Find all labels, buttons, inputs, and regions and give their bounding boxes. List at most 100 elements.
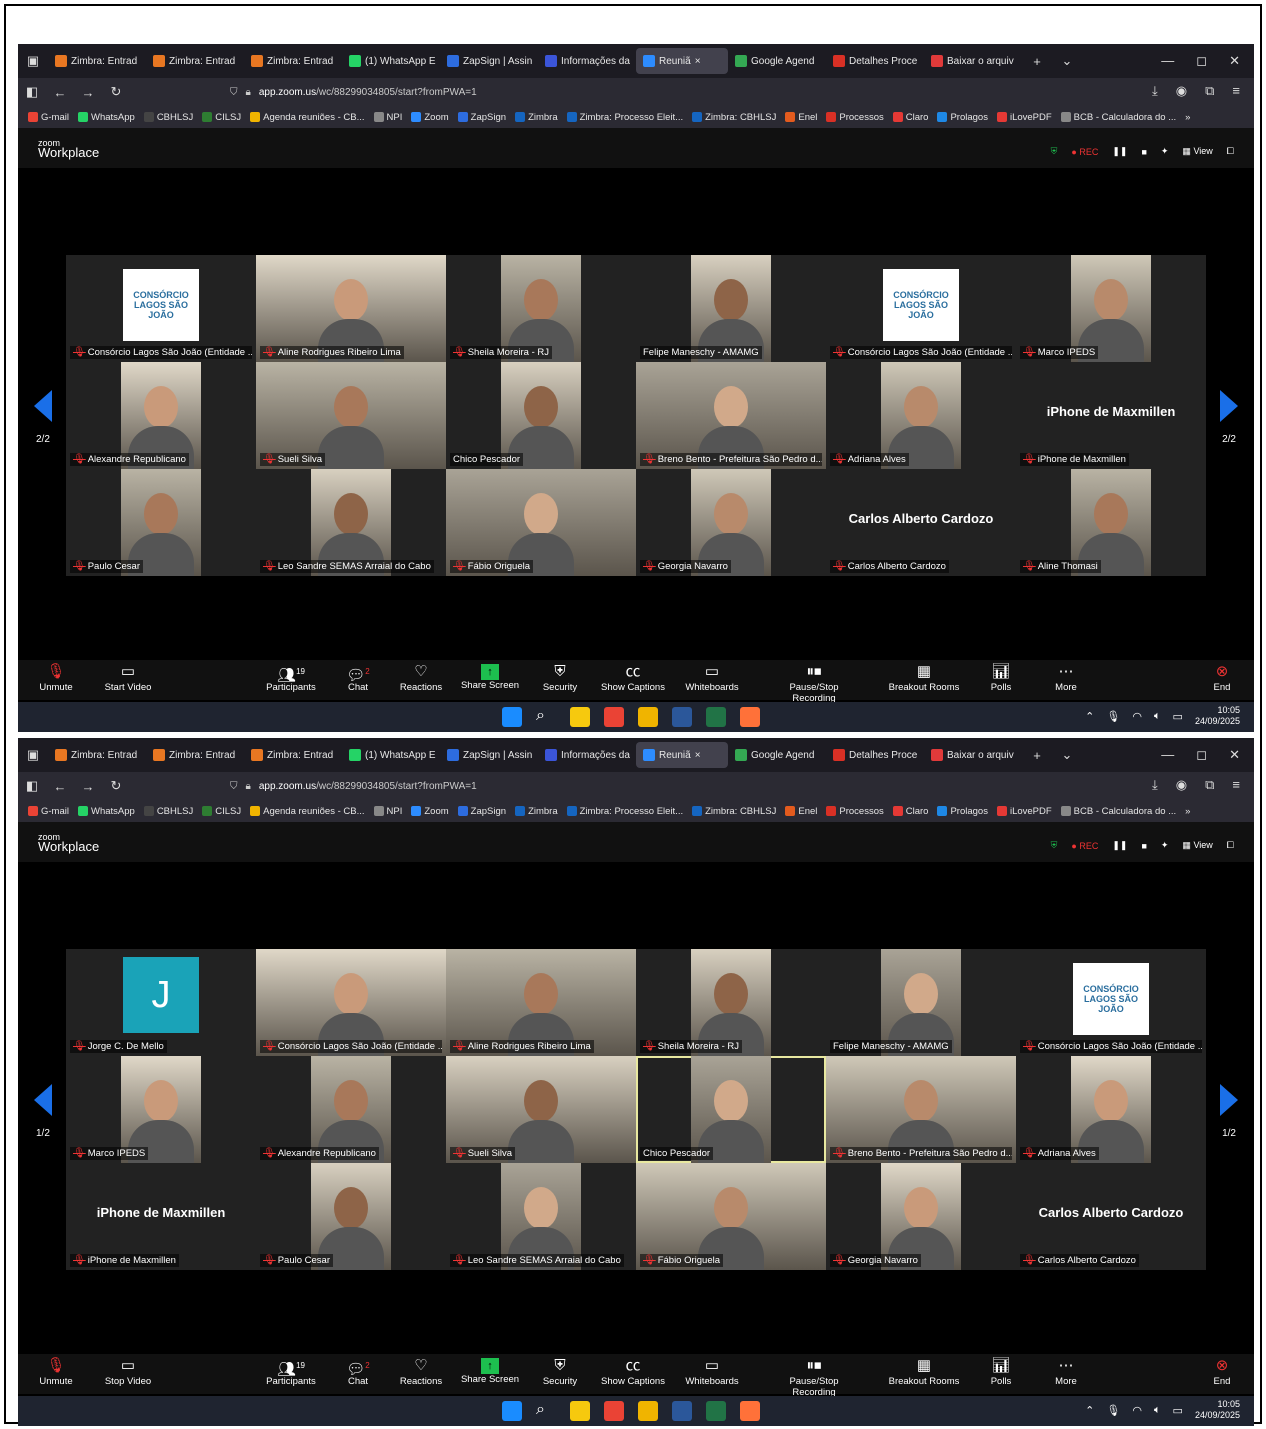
volume-icon[interactable]: 🔈︎ (1154, 1404, 1161, 1417)
browser-tab[interactable]: Google Agend (728, 48, 826, 74)
participant-tile[interactable]: 🎙︎ Paulo Cesar (66, 469, 256, 576)
tray-chevron-icon[interactable]: ⌃ (1085, 710, 1094, 723)
bookmark-item[interactable]: BCB - Calculadora do ... (1060, 806, 1176, 817)
bookmark-item[interactable]: Enel (785, 806, 817, 817)
excel-icon[interactable] (706, 707, 726, 727)
participant-tile[interactable]: CONSÓRCIO LAGOS SÃO JOÃO 🎙︎ Consórcio Lago… (1016, 949, 1206, 1056)
stop-recording-icon[interactable]: ■ (1141, 841, 1146, 851)
browser-tab[interactable]: Detalhes Proce (826, 48, 924, 74)
bookmark-item[interactable]: Zimbra: Processo Eleit... (566, 112, 683, 123)
excel-icon[interactable] (706, 1401, 726, 1421)
participant-tile[interactable]: 🎙︎ Leo Sandre SEMAS Arraial do Cabo (446, 1163, 636, 1270)
download-icon[interactable]: ⤓ (1152, 777, 1158, 793)
participant-tile[interactable]: 🎙︎ Georgia Navarro (636, 469, 826, 576)
bookmark-item[interactable]: Prolagos (937, 112, 988, 123)
sidebar-icon[interactable]: ◧ (18, 778, 46, 794)
whiteboards-button[interactable]: ▭ Whiteboards (672, 662, 752, 693)
bookmark-item[interactable]: NPI (373, 112, 402, 123)
sticky-notes-icon[interactable] (570, 707, 590, 727)
browser-tab[interactable]: Detalhes Proce (826, 742, 924, 768)
participant-tile[interactable]: 🎙︎ Breno Bento - Prefeitura São Pedro d..… (826, 1056, 1016, 1163)
bookmark-item[interactable]: Claro (892, 806, 928, 817)
more-button[interactable]: ⋯ More (1026, 662, 1106, 693)
firefox-icon[interactable] (740, 1401, 760, 1421)
view-button[interactable]: ▦ View (1182, 840, 1212, 851)
browser-tab[interactable]: (1) WhatsApp E (342, 742, 440, 768)
forward-icon[interactable]: → (74, 779, 102, 794)
breakout-rooms-button[interactable]: ▦ Breakout Rooms (884, 662, 964, 693)
participant-tile[interactable]: 🎙︎ Fábio Origuela (636, 1163, 826, 1270)
share-screen-button[interactable]: ↑ Share Screen (450, 662, 530, 691)
volume-icon[interactable]: 🔈︎ (1154, 710, 1161, 723)
browser-tab[interactable]: (1) WhatsApp E (342, 48, 440, 74)
url-bar[interactable]: ⛉ 🔒︎ app.zoom.us/wc/88299034805/start?from… (230, 81, 1048, 103)
extensions-icon[interactable]: ⧉ (1205, 777, 1214, 793)
bookmarks-more-icon[interactable]: » (1185, 112, 1190, 123)
bookmark-item[interactable]: Zoom (411, 806, 449, 817)
bookmark-item[interactable]: Zimbra (515, 112, 558, 123)
close-tab-icon[interactable]: × (695, 750, 701, 761)
restore-icon[interactable]: ◻ (1196, 53, 1207, 69)
participant-tile[interactable]: Chico Pescador (446, 362, 636, 469)
browser-tab[interactable]: Zimbra: Entrad (244, 742, 342, 768)
bookmark-item[interactable]: Prolagos (937, 806, 988, 817)
end-button[interactable]: ⊗ End (1182, 662, 1254, 693)
browser-tab[interactable]: Zimbra: Entrad (48, 742, 146, 768)
view-button[interactable]: ▦ View (1182, 146, 1212, 157)
browser-tab[interactable]: Zimbra: Entrad (48, 48, 146, 74)
back-icon[interactable]: ← (46, 85, 74, 100)
whiteboards-button[interactable]: ▭ Whiteboards (672, 1356, 752, 1387)
new-tab-button[interactable]: + (1022, 54, 1052, 69)
browser-tab[interactable]: Reuniã × (636, 48, 728, 74)
unmute-button[interactable]: 🎙︎ Unmute (18, 662, 96, 693)
extensions-icon[interactable]: ⧉ (1205, 83, 1214, 99)
browser-tab[interactable]: ZapSign | Assin (440, 742, 538, 768)
tray-chevron-icon[interactable]: ⌃ (1085, 1404, 1094, 1417)
menu-icon[interactable]: ≡ (1232, 83, 1240, 99)
download-icon[interactable]: ⤓ (1152, 83, 1158, 99)
tab-list-icon[interactable]: ▣ (18, 53, 48, 69)
battery-icon[interactable]: ▭ (1173, 710, 1183, 723)
unmute-button[interactable]: 🎙︎ Unmute (18, 1356, 96, 1387)
tab-dropdown-icon[interactable]: ⌄ (1052, 53, 1082, 69)
participant-tile[interactable]: 🎙︎ Breno Bento - Prefeitura São Pedro d..… (636, 362, 826, 469)
pause-stop-recording-button[interactable]: ⏸⏹ Pause/Stop Recording (774, 1356, 854, 1398)
bookmark-item[interactable]: Processos (826, 806, 884, 817)
pause-recording-icon[interactable]: ❚❚ (1112, 840, 1127, 851)
chrome-icon[interactable] (604, 707, 624, 727)
bookmark-item[interactable]: Zimbra (515, 806, 558, 817)
bookmark-item[interactable]: iLovePDF (996, 112, 1052, 123)
ai-companion-icon[interactable]: ✦ (1161, 146, 1169, 157)
close-tab-icon[interactable]: × (695, 56, 701, 67)
participant-tile[interactable]: iPhone de Maxmillen 🎙︎ iPhone de Maxmillen (1016, 362, 1206, 469)
browser-tab[interactable]: Reuniã × (636, 742, 728, 768)
tab-list-icon[interactable]: ▣ (18, 747, 48, 763)
firefox-icon[interactable] (740, 707, 760, 727)
forward-icon[interactable]: → (74, 85, 102, 100)
restore-icon[interactable]: ◻ (1196, 747, 1207, 763)
browser-tab[interactable]: Zimbra: Entrad (146, 742, 244, 768)
close-window-icon[interactable]: ✕ (1229, 53, 1240, 69)
stop-recording-icon[interactable]: ■ (1141, 147, 1146, 157)
ai-companion-icon[interactable]: ✦ (1161, 840, 1169, 851)
bookmark-item[interactable]: CBHLSJ (143, 112, 193, 123)
minimize-icon[interactable]: — (1161, 747, 1174, 763)
browser-tab[interactable]: Informações da (538, 742, 636, 768)
participant-tile[interactable]: Chico Pescador (636, 1056, 826, 1163)
pause-recording-icon[interactable]: ❚❚ (1112, 146, 1127, 157)
participant-tile[interactable]: iPhone de Maxmillen 🎙︎ iPhone de Maxmillen (66, 1163, 256, 1270)
bookmark-item[interactable]: BCB - Calculadora do ... (1060, 112, 1176, 123)
next-page-arrow-icon[interactable] (1220, 1084, 1238, 1116)
wifi-icon[interactable]: ◠ (1132, 1404, 1142, 1417)
pause-stop-recording-button[interactable]: ⏸⏹ Pause/Stop Recording (774, 662, 854, 704)
back-icon[interactable]: ← (46, 779, 74, 794)
bookmark-item[interactable]: WhatsApp (77, 112, 135, 123)
browser-tab[interactable]: Baixar o arquiv (924, 742, 1022, 768)
reload-icon[interactable]: ↻ (102, 84, 130, 100)
wifi-icon[interactable]: ◠ (1132, 710, 1142, 723)
participant-tile[interactable]: 🎙︎ Adriana Alves (1016, 1056, 1206, 1163)
participant-tile[interactable]: Felipe Maneschy - AMAMG (636, 255, 826, 362)
show-captions-button[interactable]: ㏄ Show Captions (593, 1356, 673, 1387)
bookmark-item[interactable]: iLovePDF (996, 806, 1052, 817)
search-icon[interactable]: ⌕ (536, 1401, 556, 1421)
